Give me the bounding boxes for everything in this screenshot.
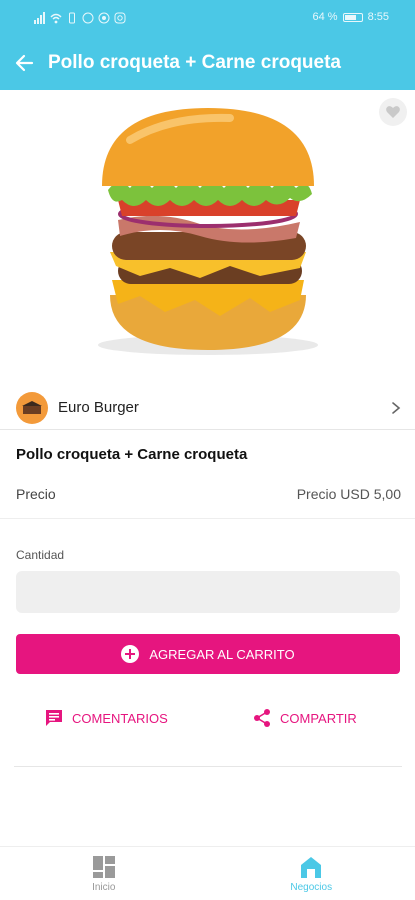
wifi-icon (50, 13, 62, 24)
notification-icon (82, 12, 94, 24)
quantity-input[interactable] (16, 571, 400, 613)
status-icons (34, 12, 126, 24)
store-logo-icon (22, 400, 42, 414)
clock: 8:55 (367, 11, 389, 23)
nav-label: Negocios (290, 882, 333, 893)
store-icon (301, 857, 322, 878)
whatsapp-icon (98, 12, 110, 24)
share-button[interactable]: COMPARTIR (252, 706, 357, 730)
comments-button[interactable]: COMENTARIOS (44, 706, 168, 730)
store-row[interactable]: Euro Burger (0, 386, 415, 430)
battery-icon (342, 12, 363, 22)
grid-icon (92, 856, 115, 878)
heart-icon (386, 106, 400, 118)
nav-item-inicio[interactable]: Inicio (0, 847, 208, 900)
status-right: 64 % 8:55 (313, 11, 390, 23)
store-name: Euro Burger (58, 399, 139, 416)
favorite-button[interactable] (379, 98, 407, 126)
page-title: Pollo croqueta + Carne croqueta (48, 52, 341, 73)
add-circle-icon (121, 645, 140, 663)
instagram-icon (114, 12, 126, 24)
vibrate-icon (69, 12, 75, 24)
nav-item-negocios[interactable]: Negocios (208, 847, 415, 900)
app-bar: Pollo croqueta + Carne croqueta (0, 36, 415, 90)
divider (0, 518, 415, 519)
add-to-cart-button[interactable]: AGREGAR AL CARRITO (16, 634, 400, 674)
quantity-label: Cantidad (16, 548, 65, 562)
signal-icon (34, 12, 45, 24)
add-to-cart-label: AGREGAR AL CARRITO (149, 646, 295, 662)
divider (14, 766, 402, 767)
product-image (0, 90, 415, 368)
bottom-nav: Inicio Negocios (0, 846, 415, 900)
comments-label: COMENTARIOS (72, 710, 168, 726)
burger-illustration (98, 108, 318, 355)
price-label: Precio (16, 486, 56, 502)
product-name: Pollo croqueta + Carne croqueta (16, 446, 248, 463)
status-bar: 64 % 8:55 (0, 0, 415, 36)
nav-label: Inicio (92, 882, 116, 893)
share-icon (254, 709, 270, 727)
chevron-right-icon (392, 401, 401, 414)
share-label: COMPARTIR (280, 710, 357, 726)
battery-percent: 64 % (312, 11, 338, 23)
price-value: Precio USD 5,00 (296, 486, 401, 502)
comment-icon (46, 710, 62, 726)
store-logo (16, 391, 48, 424)
back-button[interactable] (0, 36, 48, 90)
arrow-left-icon (15, 54, 34, 72)
